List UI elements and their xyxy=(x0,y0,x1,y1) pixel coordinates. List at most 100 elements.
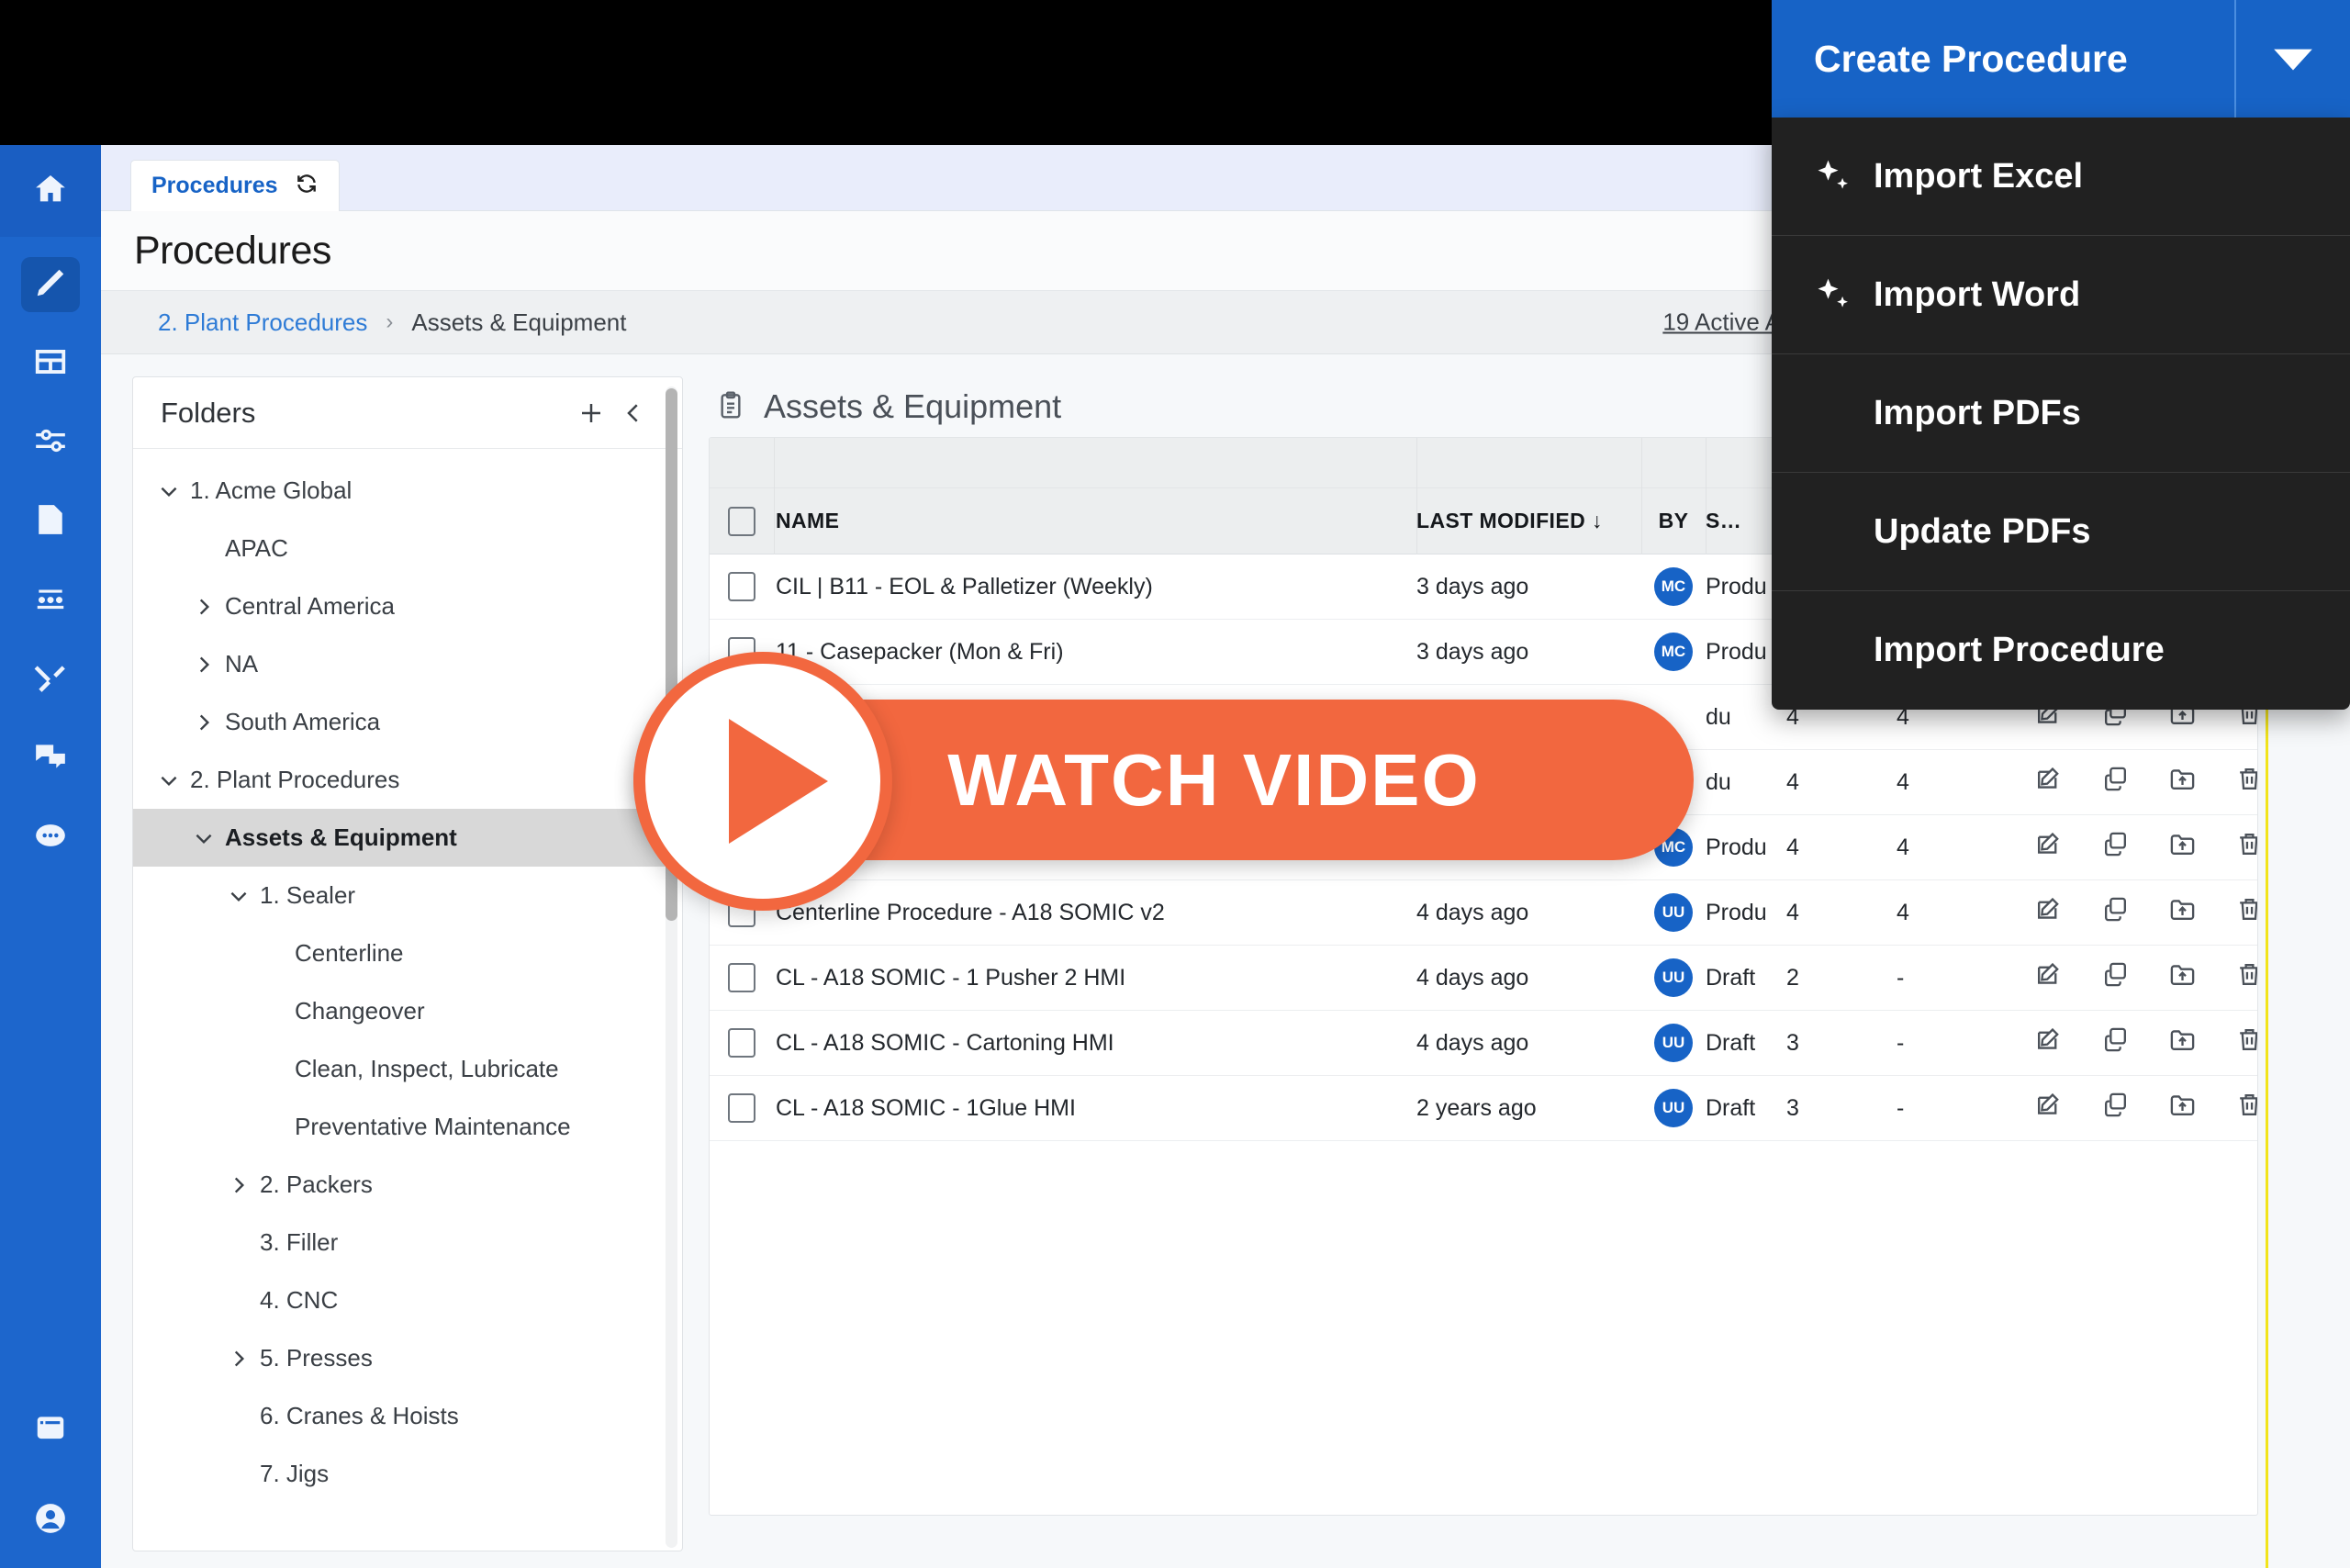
select-all-checkbox[interactable] xyxy=(710,506,774,536)
chevron-right-icon[interactable] xyxy=(183,586,225,628)
sliders-icon xyxy=(33,423,68,463)
row-author: UU xyxy=(1641,893,1706,932)
row-last-modified: 2 years ago xyxy=(1416,1094,1537,1121)
sidebar-item-settings[interactable] xyxy=(21,415,80,470)
folder-tree-item[interactable]: South America xyxy=(133,693,682,751)
chevron-left-icon[interactable] xyxy=(612,392,655,434)
column-header-by[interactable]: BY xyxy=(1641,509,1706,533)
row-author: MC xyxy=(1641,567,1706,606)
folders-scrollbar[interactable] xyxy=(666,386,677,1548)
folder-tree-item[interactable]: Centerline xyxy=(133,924,682,982)
folder-tree-item[interactable]: 5. Presses xyxy=(133,1329,682,1387)
plus-icon[interactable] xyxy=(570,392,612,434)
chevron-right-icon[interactable] xyxy=(218,1338,260,1380)
edit-icon[interactable] xyxy=(2034,1025,2063,1060)
folder-tree-item[interactable]: 7. Jigs xyxy=(133,1445,682,1503)
edit-icon[interactable] xyxy=(2034,1091,2063,1126)
folder-tree-item-label: 1. Acme Global xyxy=(190,476,352,504)
table-row[interactable]: Centerline Procedure - A18 SOMIC v2 4 day… xyxy=(710,880,2257,946)
edit-icon[interactable] xyxy=(2034,765,2063,800)
play-icon[interactable] xyxy=(633,652,892,911)
row-author: UU xyxy=(1641,958,1706,997)
table-row[interactable]: CL - A18 SOMIC - Cartoning HMI 4 days ago… xyxy=(710,1011,2257,1076)
chevron-right-icon[interactable] xyxy=(183,644,225,686)
duplicate-icon[interactable] xyxy=(2101,765,2130,800)
row-checkbox[interactable] xyxy=(710,963,774,992)
sidebar-item-workspace[interactable] xyxy=(21,1403,80,1458)
sidebar-item-reports[interactable] xyxy=(21,494,80,549)
duplicate-icon[interactable] xyxy=(2101,830,2130,865)
folder-tree-item[interactable]: 1. Acme Global xyxy=(133,462,682,520)
breadcrumb-parent[interactable]: 2. Plant Procedures xyxy=(158,308,367,337)
folder-tree-item[interactable]: Preventative Maintenance xyxy=(133,1098,682,1156)
chevron-down-icon[interactable] xyxy=(218,875,260,917)
delete-icon[interactable] xyxy=(2235,1091,2257,1126)
menu-item[interactable]: Import Procedure xyxy=(1772,591,2350,710)
delete-icon[interactable] xyxy=(2235,1025,2257,1060)
move-icon[interactable] xyxy=(2168,895,2197,930)
create-procedure-button[interactable]: Create Procedure xyxy=(1772,0,2350,118)
folders-panel: Folders 1. Acme Global APAC Central Americ… xyxy=(132,376,683,1551)
edit-icon[interactable] xyxy=(2034,830,2063,865)
delete-icon[interactable] xyxy=(2235,895,2257,930)
move-icon[interactable] xyxy=(2168,1091,2197,1126)
folder-tree-item[interactable]: 2. Packers xyxy=(133,1156,682,1214)
move-icon[interactable] xyxy=(2168,1025,2197,1060)
edit-icon[interactable] xyxy=(2034,960,2063,995)
chevron-down-icon[interactable] xyxy=(148,759,190,801)
sidebar-item-home[interactable] xyxy=(0,145,101,237)
column-header-last-modified[interactable]: LAST MODIFIED ↓ xyxy=(1416,509,1641,533)
sidebar-item-more[interactable] xyxy=(21,810,80,865)
move-icon[interactable] xyxy=(2168,830,2197,865)
refresh-icon[interactable] xyxy=(295,172,319,200)
tab-procedures[interactable]: Procedures xyxy=(130,160,340,211)
folder-tree-item[interactable]: 6. Cranes & Hoists xyxy=(133,1387,682,1445)
column-header-name[interactable]: NAME xyxy=(774,509,1416,533)
chevron-right-icon[interactable] xyxy=(183,701,225,744)
edit-icon[interactable] xyxy=(2034,895,2063,930)
create-procedure-label: Create Procedure xyxy=(1814,37,2128,80)
folder-tree-item[interactable]: APAC xyxy=(133,520,682,577)
active-assets-link[interactable]: 19 Active A xyxy=(1662,308,1781,337)
sidebar-item-account[interactable] xyxy=(21,1493,80,1548)
folder-tree-item[interactable]: Changeover xyxy=(133,982,682,1040)
duplicate-icon[interactable] xyxy=(2101,1025,2130,1060)
chevron-down-icon[interactable] xyxy=(148,470,190,512)
menu-item[interactable]: Update PDFs xyxy=(1772,473,2350,591)
menu-item[interactable]: Import Word xyxy=(1772,236,2350,354)
delete-icon[interactable] xyxy=(2235,960,2257,995)
chevron-down-icon[interactable] xyxy=(183,817,225,859)
sidebar-item-tools[interactable] xyxy=(21,652,80,707)
sidebar-item-team[interactable] xyxy=(21,573,80,628)
delete-icon[interactable] xyxy=(2235,830,2257,865)
folder-tree-item[interactable]: 1. Sealer xyxy=(133,867,682,924)
sidebar-item-chat[interactable] xyxy=(21,731,80,786)
delete-icon[interactable] xyxy=(2235,765,2257,800)
move-icon[interactable] xyxy=(2168,765,2197,800)
chevron-right-icon[interactable] xyxy=(218,1164,260,1206)
row-checkbox[interactable] xyxy=(710,572,774,601)
folder-tree-item[interactable]: 2. Plant Procedures xyxy=(133,751,682,809)
menu-item[interactable]: Import PDFs xyxy=(1772,354,2350,473)
folder-tree-item[interactable]: 4. CNC xyxy=(133,1271,682,1329)
sidebar-item-procedures[interactable] xyxy=(21,257,80,312)
row-checkbox[interactable] xyxy=(710,1093,774,1123)
folder-tree-item[interactable]: Central America xyxy=(133,577,682,635)
folder-tree-item[interactable]: NA xyxy=(133,635,682,693)
folder-tree-item[interactable]: 3. Filler xyxy=(133,1214,682,1271)
folder-tree-item-label: 6. Cranes & Hoists xyxy=(260,1402,459,1429)
duplicate-icon[interactable] xyxy=(2101,960,2130,995)
move-icon[interactable] xyxy=(2168,960,2197,995)
duplicate-icon[interactable] xyxy=(2101,1091,2130,1126)
sidebar-item-tables[interactable] xyxy=(21,336,80,391)
duplicate-icon[interactable] xyxy=(2101,895,2130,930)
chevron-down-icon[interactable] xyxy=(2236,43,2350,74)
folder-tree-item[interactable]: Clean, Inspect, Lubricate xyxy=(133,1040,682,1098)
menu-item[interactable]: Import Excel xyxy=(1772,118,2350,236)
table-row[interactable]: CL - A18 SOMIC - 1Glue HMI 2 years ago UU D… xyxy=(710,1076,2257,1141)
table-row[interactable]: CL - A18 SOMIC - 1 Pusher 2 HMI 4 days ag… xyxy=(710,946,2257,1011)
folder-tree-item[interactable]: Assets & Equipment xyxy=(133,809,682,867)
row-checkbox[interactable] xyxy=(710,1028,774,1058)
folders-header: Folders xyxy=(133,377,682,449)
